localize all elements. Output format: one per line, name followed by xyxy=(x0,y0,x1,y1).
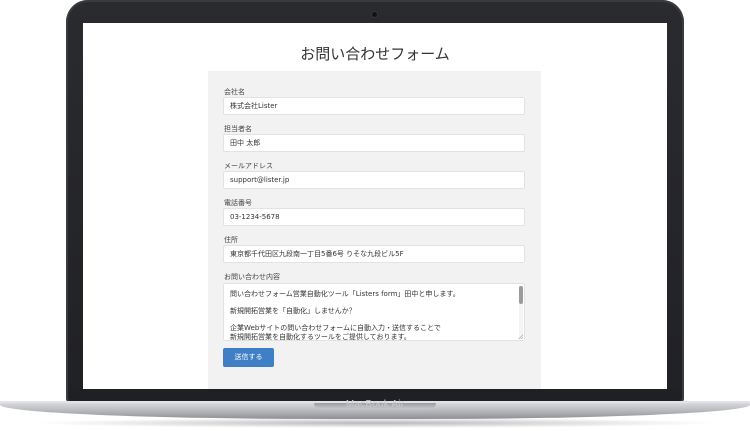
page-title: お問い合わせフォーム xyxy=(300,45,450,63)
address-label: 住所 xyxy=(224,236,238,244)
company-label: 会社名 xyxy=(224,88,245,96)
message-line: 新規開拓営業を自動化するツールをご提供しております。 xyxy=(230,333,411,341)
email-field[interactable]: support@lister.jp xyxy=(223,171,525,189)
message-textarea[interactable]: 問い合わせフォーム営業自動化ツール「Listers form」田中と申します。 … xyxy=(223,283,525,341)
screen: お問い合わせフォーム 会社名 株式会社Lister 担当者名 田中 太郎 メール… xyxy=(83,23,667,389)
address-field[interactable]: 東京都千代田区九段南一丁目5番6号 りそな九段ビル5F xyxy=(223,245,525,263)
phone-label: 電話番号 xyxy=(224,199,252,207)
contact-name-label: 担当者名 xyxy=(224,125,252,133)
laptop-shadow xyxy=(30,418,720,428)
laptop-mockup: MacBook Air お問い合わせフォーム 会社名 株式会社Lister 担当… xyxy=(0,0,750,431)
contact-form: 会社名 株式会社Lister 担当者名 田中 太郎 メールアドレス suppor… xyxy=(208,71,541,389)
submit-button[interactable]: 送信する xyxy=(223,348,274,367)
contact-name-field[interactable]: 田中 太郎 xyxy=(223,134,525,152)
brand-label: MacBook Air xyxy=(345,399,405,410)
phone-field[interactable]: 03-1234-5678 xyxy=(223,208,525,226)
email-label: メールアドレス xyxy=(224,162,273,170)
resize-handle-icon[interactable] xyxy=(518,334,523,339)
message-label: お問い合わせ内容 xyxy=(224,273,280,281)
message-line: 問い合わせフォーム営業自動化ツール「Listers form」田中と申します。 xyxy=(230,290,460,298)
scrollbar-thumb[interactable] xyxy=(519,286,523,304)
message-line: 新規開拓営業を「自動化」しませんか？ xyxy=(230,307,356,315)
company-field[interactable]: 株式会社Lister xyxy=(223,97,525,115)
camera-icon xyxy=(372,12,377,17)
